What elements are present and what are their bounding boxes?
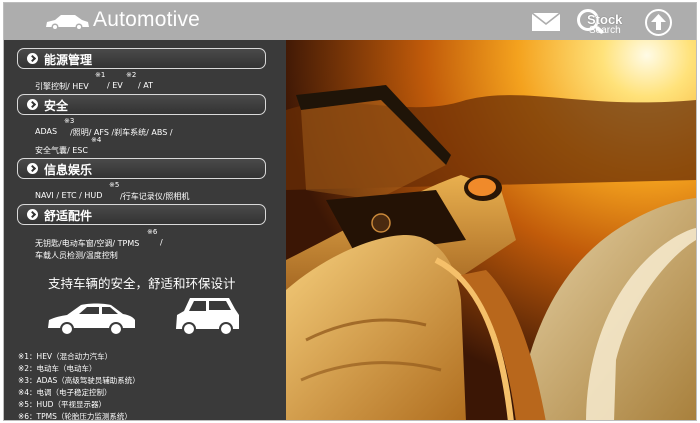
footnote-6: ※6：TPMS（轮胎压力监测系统） xyxy=(18,412,132,421)
footnote-marker: ※1 xyxy=(95,71,106,79)
feature-text: 引擎控制/ HEV xyxy=(35,82,89,91)
compact-car-icon xyxy=(176,298,239,336)
mail-icon[interactable] xyxy=(531,12,561,32)
chevron-right-icon xyxy=(27,99,38,110)
chevron-right-icon xyxy=(27,163,38,174)
feature-text: / xyxy=(160,238,163,247)
feature-text: / AT xyxy=(138,81,153,90)
feature-text: 车载人员检测/温度控制 xyxy=(35,251,118,260)
feature-text: /照明/ AFS /刹车系统/ ABS / xyxy=(70,128,173,137)
footnote-2: ※2：电动车（电动车） xyxy=(18,364,97,373)
stock-search-label-2: Search xyxy=(589,25,621,36)
app-window: Automotive Stock Search 能源管理 ※1 ※2 引擎控制/… xyxy=(3,2,697,421)
feature-text: / EV xyxy=(107,81,123,90)
section-label: 信息娱乐 xyxy=(44,163,93,177)
section-label: 能源管理 xyxy=(44,53,93,67)
feature-text: NAVI / ETC / HUD xyxy=(35,191,103,200)
feature-text: /行车记录仪/照相机 xyxy=(120,192,190,201)
feature-panel: 能源管理 ※1 ※2 引擎控制/ HEV / EV / AT 安全 ※3 ADA… xyxy=(4,40,286,421)
chevron-right-icon xyxy=(27,209,38,220)
app-title: Automotive xyxy=(93,8,201,31)
convertible-car-photo xyxy=(286,40,696,420)
section-energy-management[interactable]: 能源管理 xyxy=(17,48,266,69)
section-label: 舒适配件 xyxy=(44,209,93,223)
car-logo-icon xyxy=(46,15,89,31)
footnote-marker: ※2 xyxy=(126,71,137,79)
footnote-1: ※1：HEV（混合动力汽车） xyxy=(18,352,113,361)
sedan-car-icon xyxy=(48,303,135,336)
footnote-3: ※3：ADAS（高级驾驶员辅助系统） xyxy=(18,376,140,385)
tagline: 支持车辆的安全，舒适和环保设计 xyxy=(48,276,236,291)
stock-search-button[interactable]: Stock Search xyxy=(575,7,633,37)
footnote-marker: ※3 xyxy=(64,117,75,125)
arrow-up-icon xyxy=(651,14,666,30)
footnote-4: ※4：电调（电子稳定控制） xyxy=(18,388,112,397)
section-safety[interactable]: 安全 xyxy=(17,94,266,115)
header-bar: Automotive Stock Search xyxy=(4,3,696,40)
section-comfort-accessories[interactable]: 舒适配件 xyxy=(17,204,266,225)
footnote-marker: ※6 xyxy=(147,228,158,236)
footnote-marker: ※4 xyxy=(91,136,102,144)
chevron-right-icon xyxy=(27,53,38,64)
footnote-5: ※5：HUD（平视显示器） xyxy=(18,400,106,409)
section-label: 安全 xyxy=(44,99,69,113)
feature-text: 安全气囊/ ESC xyxy=(35,146,88,155)
feature-text: 无钥匙/电动车窗/空调/ TPMS xyxy=(35,239,140,248)
footnote-marker: ※5 xyxy=(109,181,120,189)
feature-text: ADAS xyxy=(35,127,58,136)
scroll-top-button[interactable] xyxy=(645,9,672,36)
section-infotainment[interactable]: 信息娱乐 xyxy=(17,158,266,179)
